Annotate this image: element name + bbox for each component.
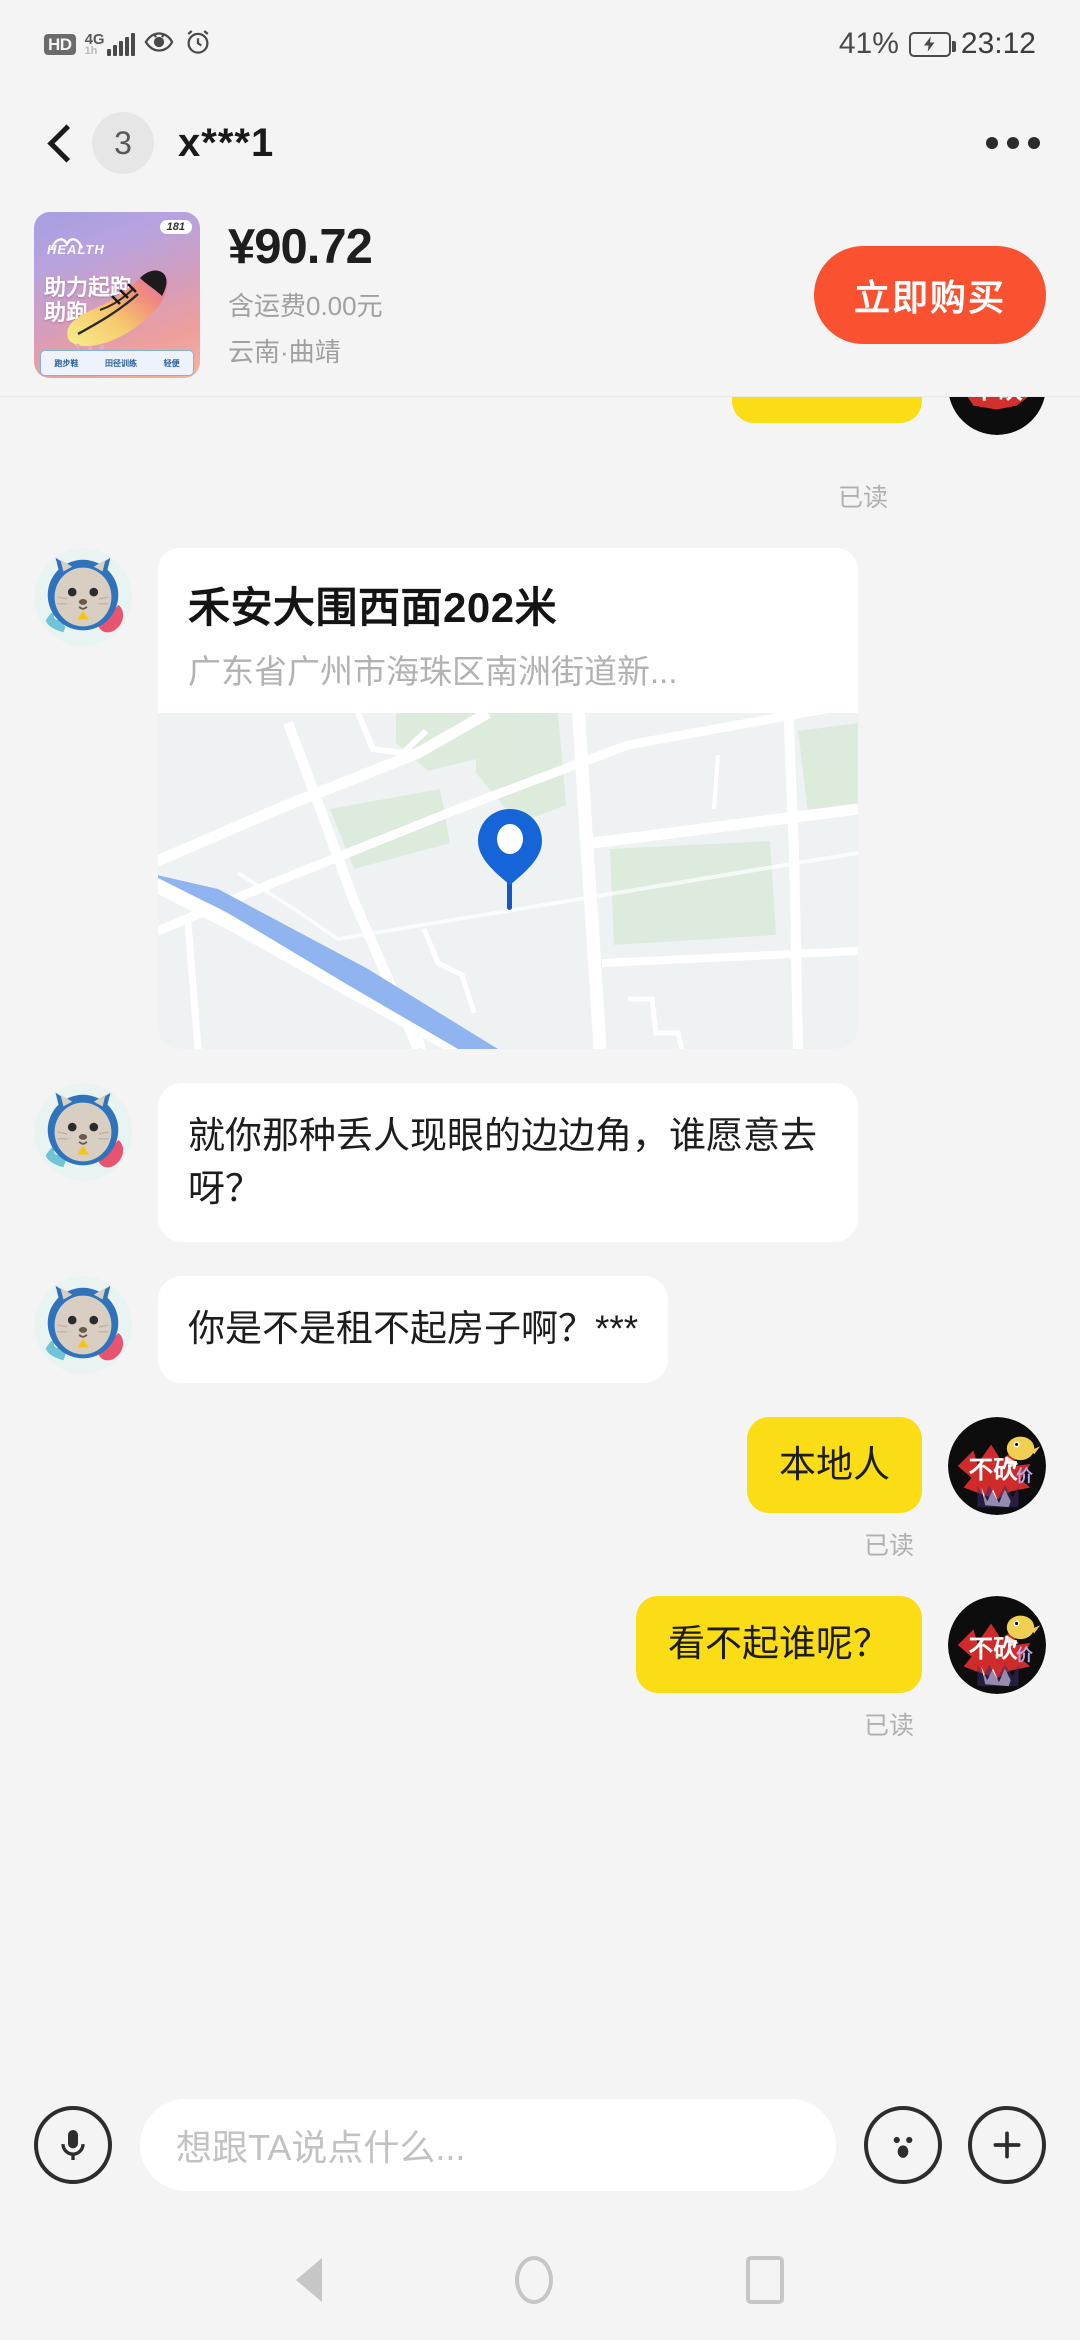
product-shipping-label: 含运费0.00元 [228,291,383,322]
svg-text:不砍: 不砍 [969,1455,1018,1483]
svg-text:不砍: 不砍 [969,1635,1018,1663]
product-info: ¥90.72 含运费0.00元 云南·曲靖 [228,219,383,370]
phone-screen: HD 4G 1h 41% 23:12 3 x***1 HEALTH 181 助力… [0,0,1080,2340]
product-location-label: 云南·曲靖 [228,337,341,368]
product-thumbnail[interactable]: HEALTH 181 助力起跑 助跑 跑步鞋 田径训练 轻便 [34,212,200,378]
avatar[interactable]: 不砍 [948,397,1046,435]
message-bubble-wrap: 本地人 已读 [747,1416,922,1563]
nav-back-icon[interactable] [296,2258,323,2302]
status-bar-left: HD 4G 1h [44,27,213,62]
footer-label-2: 田径训练 [104,358,137,368]
running-shoe-icon [67,270,168,351]
svg-text:价: 价 [1016,1466,1033,1485]
product-tag-label: 181 [159,220,192,234]
signal-icon: 4G 1h [85,32,135,56]
battery-charging-icon [908,31,956,57]
clock-label: 23:12 [960,27,1036,60]
avatar[interactable] [34,1276,132,1375]
nav-recents-icon[interactable] [745,2256,784,2304]
location-map-preview[interactable] [158,698,858,1049]
chat-header: 3 x***1 [0,88,1080,198]
nav-home-icon[interactable] [514,2256,553,2304]
hd-icon: HD [44,33,76,55]
product-footer-strip: 跑步鞋 田径训练 轻便 [40,350,194,376]
avatar[interactable] [34,548,132,646]
location-card[interactable]: 禾安大围西面202米 广东省广州市海珠区南洲街道新... [158,548,858,1049]
svg-text:价: 价 [1016,1646,1033,1665]
product-price: ¥90.72 [228,219,373,274]
message-input-bar: 想跟TA说点什么... [0,2070,1080,2220]
status-bar-right: 41% 23:12 [839,27,1036,61]
signal-bars-icon [106,32,135,56]
message-row-outgoing: 本地人 已读 不砍 价 [34,1416,1046,1563]
eye-icon [144,27,174,62]
avatar[interactable]: 不砍 价 [948,1416,1046,1515]
plus-icon[interactable] [968,2106,1046,2184]
message-bubble-wrap: 禾安大围西面202米 广东省广州市海珠区南洲街道新... [158,548,858,1049]
location-card-header: 禾安大围西面202米 广东省广州市海珠区南洲街道新... [158,548,858,713]
message-row-location: 禾安大围西面202米 广东省广州市海珠区南洲街道新... [34,548,1046,1049]
back-chevron-icon[interactable] [40,123,80,163]
battery-percent-label: 41% [838,27,899,60]
message-bubble-wrap: 看不起谁呢？ 已读 [636,1596,922,1742]
emoji-face-icon[interactable] [864,2106,942,2184]
message-row-incoming: 你是不是租不起房子啊？*** [34,1276,1046,1383]
alarm-clock-icon [183,27,213,62]
message-input-placeholder: 想跟TA说点什么... [176,2127,466,2168]
page-title: x***1 [178,120,275,165]
footer-label-3: 轻便 [163,358,180,368]
footer-label-1: 跑步鞋 [54,358,79,368]
location-address: 广东省广州市海珠区南洲街道新... [188,653,678,690]
message-bubble[interactable]: 本地人 [747,1416,922,1514]
location-title: 禾安大围西面202米 [188,584,558,631]
read-receipt: 已读 [863,1532,914,1561]
unread-count-badge[interactable]: 3 [92,112,154,174]
message-bubble[interactable]: 看不起谁呢？ [636,1596,922,1693]
more-options-icon[interactable] [986,137,1040,149]
svg-text:不砍: 不砍 [972,397,1023,404]
message-bubble[interactable]: 你是不是租不起房子啊？*** [158,1276,669,1383]
product-bar[interactable]: HEALTH 181 助力起跑 助跑 跑步鞋 田径训练 轻便 ¥90.72 含运… [0,198,1080,396]
message-bubble[interactable]: 就你那种丢人现眼的边边角，谁愿意去呀？ [158,1083,858,1243]
read-receipt: 已读 [837,484,888,512]
read-receipt: 已读 [863,1711,914,1740]
status-bar: HD 4G 1h 41% 23:12 [0,0,1080,88]
partial-outgoing-bubble[interactable] [732,397,922,423]
avatar[interactable] [34,1083,132,1181]
message-row-incoming: 就你那种丢人现眼的边边角，谁愿意去呀？ [34,1083,1046,1243]
message-row-outgoing: 看不起谁呢？ 已读 不砍 价 [34,1596,1046,1742]
message-bubble-wrap: 你是不是租不起房子啊？*** [158,1276,669,1383]
message-input-field[interactable]: 想跟TA说点什么... [140,2099,836,2191]
microphone-icon[interactable] [34,2106,112,2184]
message-row-partial: 不砍 [34,397,1046,459]
brand-name-label: HEALTH [47,242,105,257]
avatar[interactable]: 不砍 价 [948,1596,1046,1695]
input-actions [864,2106,1046,2184]
message-bubble-wrap: 就你那种丢人现眼的边边角，谁愿意去呀？ [158,1083,858,1243]
message-list[interactable]: 不砍 已读 [0,396,1080,2070]
android-nav-bar [0,2220,1080,2340]
buy-now-button[interactable]: 立即购买 [813,246,1046,344]
network-sub-label: 1h [84,44,98,57]
